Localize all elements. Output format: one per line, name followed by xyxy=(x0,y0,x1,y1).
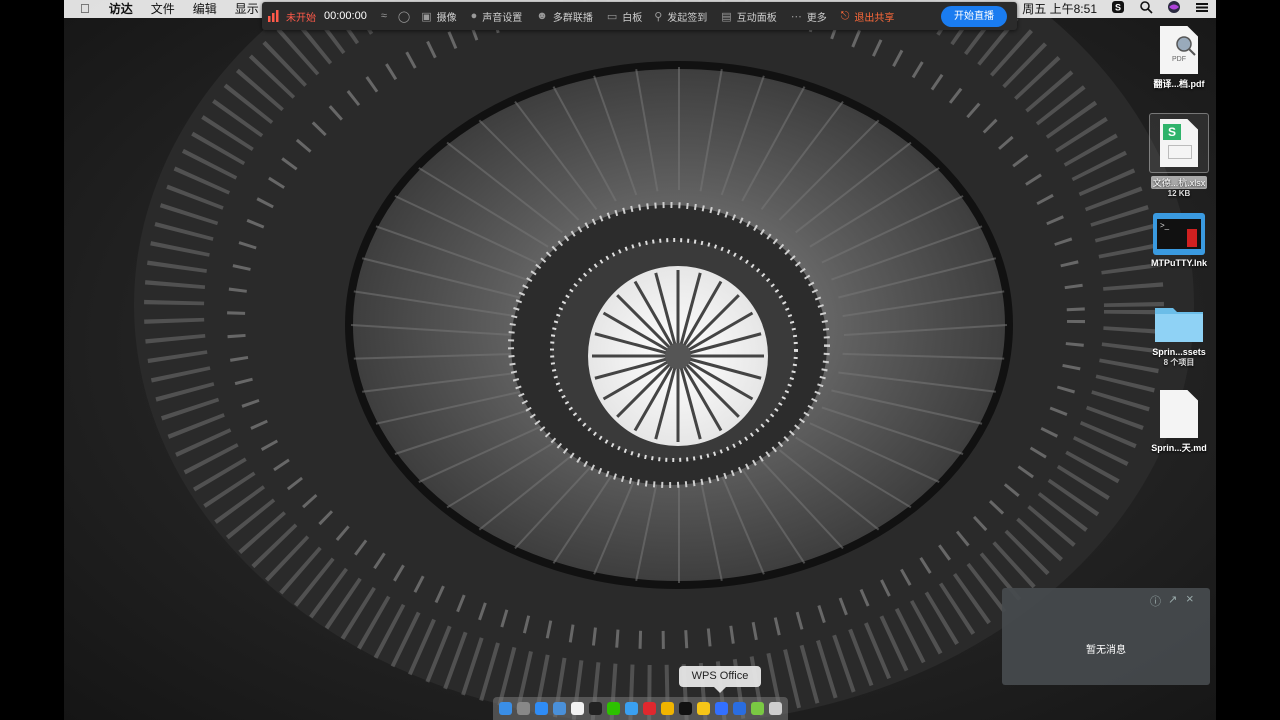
folder-icon xyxy=(1155,308,1203,342)
qq-icon[interactable] xyxy=(678,702,692,715)
close-icon[interactable]: × xyxy=(1186,591,1194,606)
menu-file[interactable]: 文件 xyxy=(142,0,184,18)
qq-browser-icon[interactable] xyxy=(660,702,674,715)
exit-share-button[interactable]: ⎋ 退出共享 xyxy=(841,9,895,24)
desktop-item-label: Sprin...天.md xyxy=(1151,443,1207,453)
desktop-item-count: 8 个项目 xyxy=(1163,358,1195,367)
notification-panel: ⓘ ↗ × 暂无消息 xyxy=(1002,588,1210,685)
sogou-icon[interactable]: S xyxy=(1104,0,1132,19)
netease-music-icon[interactable] xyxy=(642,702,656,715)
screen-share-toolbar: 未开始 00:00:00 ≈ ◯ ▣ 摄像 ● 声音设置 ☻ 多群联播 ▭ 白板 ⚲ 发起… xyxy=(262,2,1017,30)
desktop-item-folder[interactable]: Sprin...ssets 8 个项目 xyxy=(1139,302,1216,368)
preview-icon[interactable] xyxy=(553,702,567,715)
finder-icon[interactable] xyxy=(499,702,513,715)
feishu-icon[interactable] xyxy=(714,702,728,715)
live-timer: 00:00:00 xyxy=(324,10,367,22)
xlsx-badge: S xyxy=(1163,124,1181,140)
start-live-button[interactable]: 开始直播 xyxy=(941,6,1007,27)
desktop-item-label: Sprin...ssets xyxy=(1152,347,1206,357)
camera-button[interactable]: ▣ 摄像 xyxy=(421,9,456,24)
desktop-item-mtputty[interactable]: >_ MTPuTTY.lnk xyxy=(1139,213,1216,268)
wifi-icon[interactable]: ≈ xyxy=(381,10,392,22)
more-button[interactable]: ⋯ 更多 xyxy=(791,9,827,24)
wechat-icon[interactable] xyxy=(607,702,621,715)
mic-icon: ● xyxy=(470,10,478,22)
exit-icon: ⎋ xyxy=(840,9,850,22)
desktop-item-label: 翻译...档.pdf xyxy=(1153,79,1205,89)
menu-clock[interactable]: 周五 上午8:51 xyxy=(1015,0,1104,18)
signal-bars-icon xyxy=(268,10,279,22)
dock-tooltip: WPS Office xyxy=(679,666,761,693)
search-icon[interactable] xyxy=(1132,0,1160,19)
menu-edit[interactable]: 编辑 xyxy=(184,0,226,18)
terminal-icon[interactable] xyxy=(589,702,603,715)
chat-icon: ▤ xyxy=(721,10,732,23)
svg-text:S: S xyxy=(1115,2,1121,12)
xlsx-file-icon: S xyxy=(1160,119,1198,167)
siri-icon[interactable] xyxy=(1160,0,1188,19)
more-icon: ⋯ xyxy=(790,10,802,23)
location-icon: ⚲ xyxy=(654,10,663,23)
apple-icon[interactable]:  xyxy=(64,0,100,18)
maps-icon[interactable] xyxy=(750,702,764,715)
checkin-button[interactable]: ⚲ 发起签到 xyxy=(654,9,707,24)
mtputty-icon: >_ xyxy=(1153,213,1205,255)
desktop-item-label: 文德...杭.xlsx xyxy=(1150,176,1208,189)
desktop-item-md[interactable]: Sprin...天.md xyxy=(1139,390,1216,454)
launchpad-icon[interactable] xyxy=(517,702,531,715)
calendar-icon[interactable] xyxy=(571,702,585,715)
screen-icon[interactable]: ◯ xyxy=(398,10,415,23)
markdown-file-icon xyxy=(1160,390,1198,438)
dock xyxy=(493,697,788,720)
desktop-item-xlsx[interactable]: S 文德...杭.xlsx 12 KB xyxy=(1139,113,1216,198)
live-status: 未开始 xyxy=(286,12,316,24)
empty-message: 暂无消息 xyxy=(1086,645,1126,656)
chrome-icon[interactable] xyxy=(696,702,710,715)
desktop-item-size: 12 KB xyxy=(1167,189,1191,198)
desktop-screen:  访达 文件 编辑 显示 周五 上午8:51 S 未开始 00:00:00 xyxy=(64,0,1216,720)
wps-icon[interactable] xyxy=(732,702,746,715)
safari-icon[interactable] xyxy=(625,702,639,715)
interaction-panel-button[interactable]: ▤ 互动面板 xyxy=(721,9,776,24)
control-center-icon[interactable] xyxy=(1188,0,1216,19)
menu-finder[interactable]: 访达 xyxy=(100,0,142,18)
pdf-file-icon: PDF xyxy=(1160,26,1198,74)
whiteboard-icon: ▭ xyxy=(606,10,618,23)
multi-group-button[interactable]: ☻ 多群联播 xyxy=(536,9,593,24)
camera-icon: ▣ xyxy=(421,10,432,23)
people-icon: ☻ xyxy=(536,10,548,22)
pdf-magnifier-icon xyxy=(1176,36,1196,56)
app-store-icon[interactable] xyxy=(535,702,549,715)
help-icon[interactable]: ⓘ xyxy=(1150,593,1161,609)
expand-icon[interactable]: ↗ xyxy=(1168,593,1177,606)
audio-settings-button[interactable]: ● 声音设置 xyxy=(471,9,523,24)
desktop-item-pdf[interactable]: PDF 翻译...档.pdf xyxy=(1139,26,1216,90)
desktop-item-label: MTPuTTY.lnk xyxy=(1151,258,1207,268)
trash-icon[interactable] xyxy=(768,702,782,715)
whiteboard-button[interactable]: ▭ 白板 xyxy=(607,9,642,24)
